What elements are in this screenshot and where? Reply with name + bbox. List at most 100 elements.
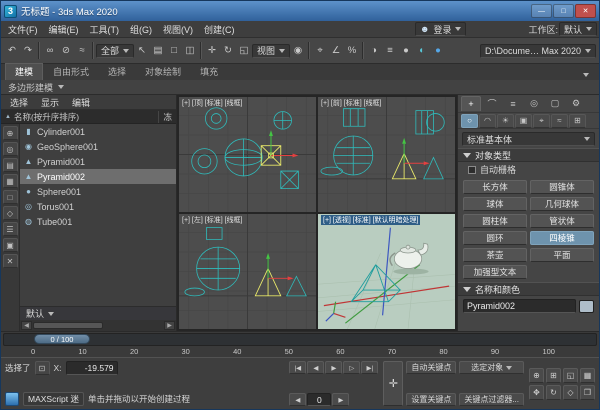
orbit-icon[interactable]: ↻ [546,385,561,400]
plane-button[interactable]: 平面 [530,248,594,262]
list-item-selected[interactable]: ▲ Pyramid002 [20,169,176,184]
grid-view-icon[interactable]: ▦ [3,174,18,188]
ribbon-tab-freeform[interactable]: 自由形式 [44,64,98,80]
find-icon[interactable]: ◎ [3,142,18,156]
filter-icon[interactable]: ☰ [3,222,18,236]
list-item[interactable]: ▲ Pyramid001 [20,154,176,169]
list-item[interactable]: ▮ Cylinder001 [20,124,176,139]
lights-icon[interactable]: ☀ [497,114,514,128]
geometry-icon[interactable]: ○ [461,114,478,128]
time-slider-handle[interactable]: 0 / 100 [34,334,90,344]
auto-key-button[interactable]: 自动关键点 [406,361,456,374]
menu-tools[interactable]: 工具(T) [85,22,125,37]
selection-region-icon[interactable]: □ [166,41,182,60]
select-and-rotate-icon[interactable]: ↻ [220,41,236,60]
go-to-end-button[interactable]: ▶| [361,361,378,374]
polygon-modeling-panel[interactable]: 多边形建模 [8,81,53,94]
maximize-button[interactable]: □ [553,4,574,18]
hide-icon[interactable]: □ [3,190,18,204]
explorer-sort-header[interactable]: ▲ 名称(按升序排序) 冻 [1,110,176,124]
mirror-icon[interactable]: ◑ [366,41,382,60]
teapot-button[interactable]: 茶壶 [463,248,527,262]
systems-icon[interactable]: ⊞ [569,114,586,128]
cameras-icon[interactable]: ▣ [515,114,532,128]
horizontal-scrollbar[interactable]: ◀ ▶ [20,320,176,331]
previous-frame-button[interactable]: ◀ [307,361,324,374]
frame-increment-button[interactable]: ▶ [332,393,349,406]
torus-button[interactable]: 圆环 [463,231,527,245]
field-of-view-icon[interactable]: ◇ [563,385,578,400]
display-options-icon[interactable]: ▣ [3,238,18,252]
cylinder-button[interactable]: 圆柱体 [463,214,527,228]
modify-tab-icon[interactable]: ⌒ [482,96,502,111]
maximize-viewport-icon[interactable]: ❒ [580,385,595,400]
name-color-rollout-header[interactable]: 名称和颜色 [458,282,599,296]
freeze-icon[interactable]: ◇ [3,206,18,220]
viewport-label-left[interactable]: [+] [左] [标准] [线框] [182,215,242,225]
viewport-top[interactable]: [+] [顶] [标准] [线框] [179,97,316,212]
tube-button[interactable]: 管状体 [530,214,594,228]
space-warps-icon[interactable]: ≈ [551,114,568,128]
time-slider-track[interactable]: 0 / 100 [3,333,597,346]
sign-in-dropdown[interactable]: ☻ 登录 [415,22,467,36]
object-name-field[interactable]: Pyramid002 [463,299,576,313]
menu-create[interactable]: 创建(C) [199,22,240,37]
undo-icon[interactable]: ↶ [4,41,20,60]
textplus-button[interactable]: 加强型文本 [463,265,527,279]
zoom-extents-all-icon[interactable]: ▦ [580,368,595,383]
x-coordinate-field[interactable]: -19.579 [66,361,118,375]
track-bar-ruler[interactable]: 0 10 20 30 40 50 60 70 80 90 100 [1,346,599,357]
create-tab-icon[interactable]: + [461,96,481,111]
primitive-category-dropdown[interactable]: 标准基本体 [462,132,595,146]
maxscript-icon[interactable] [5,392,19,406]
select-by-name-icon[interactable]: ▤ [150,41,166,60]
go-to-start-button[interactable]: |◀ [289,361,306,374]
list-view-icon[interactable]: ▤ [3,158,18,172]
render-setup-icon[interactable]: ● [398,41,414,60]
rendered-frame-window-icon[interactable]: ◐ [414,41,430,60]
menu-edit[interactable]: 编辑(E) [44,22,84,37]
app-icon[interactable]: 3 [4,5,17,18]
pan-icon[interactable]: ✥ [529,385,544,400]
list-item[interactable]: ◉ GeoSphere001 [20,139,176,154]
ribbon-tab-modeling[interactable]: 建模 [5,63,43,80]
window-crossing-icon[interactable]: ◫ [182,41,198,60]
display-tab-icon[interactable]: ▢ [545,96,565,111]
selection-filter-dropdown[interactable]: 全部 [96,44,134,58]
frozen-column-header[interactable]: 冻 [158,111,172,123]
zoom-icon[interactable]: ⊕ [529,368,544,383]
percent-snap-icon[interactable]: % [344,41,360,60]
use-center-icon[interactable]: ◉ [290,41,306,60]
pick-icon[interactable]: ⊕ [3,126,18,140]
selection-set-dropdown[interactable]: 选定对象 [459,361,524,374]
ribbon-collapse-icon[interactable] [583,73,589,77]
list-item[interactable]: ◎ Torus001 [20,199,176,214]
pyramid-button[interactable]: 四棱锥 [530,231,594,245]
set-key-button[interactable]: 设置关键点 [406,393,456,406]
ribbon-tab-selection[interactable]: 选择 [99,64,135,80]
viewport-perspective[interactable]: [+] [透视] [标准] [默认明暗处理] [318,214,455,329]
angle-snap-icon[interactable]: ∠ [328,41,344,60]
render-production-icon[interactable]: ● [430,41,446,60]
explorer-menu-edit[interactable]: 编辑 [66,96,96,109]
motion-tab-icon[interactable]: ◎ [524,96,544,111]
align-icon[interactable]: ≡ [382,41,398,60]
menu-file[interactable]: 文件(F) [3,22,43,37]
play-button[interactable]: ▶ [325,361,342,374]
hierarchy-tab-icon[interactable]: ≡ [503,96,523,111]
helpers-icon[interactable]: ⌖ [533,114,550,128]
ribbon-tab-populate[interactable]: 填充 [191,64,227,80]
unlink-selection-icon[interactable]: ⊘ [58,41,74,60]
scrollbar-thumb[interactable] [33,322,103,329]
viewport-front[interactable]: [+] [前] [标准] [线框] [318,97,455,212]
list-item[interactable]: ● Sphere001 [20,184,176,199]
redo-icon[interactable]: ↷ [20,41,36,60]
maxscript-mini-listener[interactable]: MAXScript 迷 [23,392,84,406]
zoom-all-icon[interactable]: ⊞ [546,368,561,383]
zoom-extents-icon[interactable]: ◱ [563,368,578,383]
list-item[interactable]: ◍ Tube001 [20,214,176,229]
frame-decrement-button[interactable]: ◀ [289,393,306,406]
current-frame-field[interactable]: 0 [307,393,331,406]
geosphere-button[interactable]: 几何球体 [530,197,594,211]
menu-group[interactable]: 组(G) [125,22,157,37]
